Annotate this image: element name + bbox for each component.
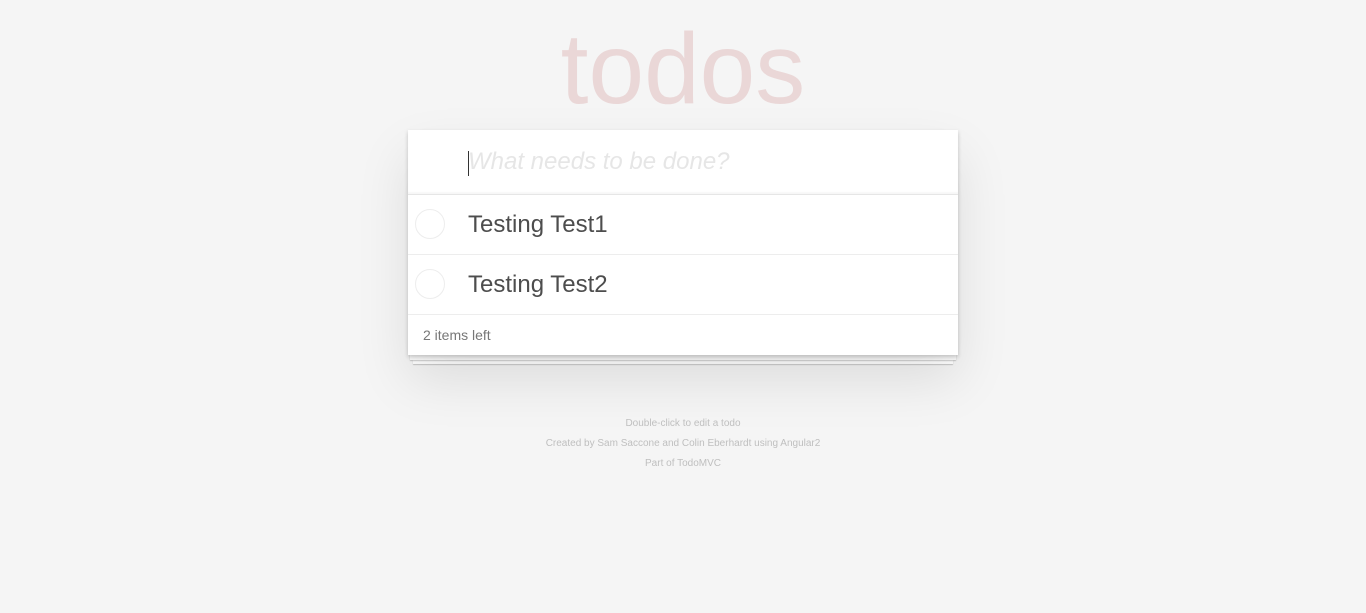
info-todomvc-link[interactable]: Part of TodoMVC [0, 454, 1366, 474]
todo-footer: 2 items left [408, 315, 958, 355]
info-credits: Created by Sam Saccone and Colin Eberhar… [545, 438, 821, 449]
toggle-complete-checkbox[interactable] [415, 209, 445, 239]
todo-app-panel: Testing Test1 Testing Test2 2 items left [408, 130, 958, 355]
info-footer: Double-click to edit a todo Created by S… [0, 414, 1366, 474]
app-title: todos [560, 13, 806, 125]
todo-item[interactable]: Testing Test1 [408, 195, 958, 255]
new-todo-input[interactable] [468, 130, 938, 194]
text-cursor [468, 151, 469, 176]
todo-label[interactable]: Testing Test2 [468, 255, 608, 314]
todo-item[interactable]: Testing Test2 [408, 255, 958, 315]
list-stack-edge-lower [413, 360, 953, 364]
toggle-complete-checkbox[interactable] [415, 269, 445, 299]
todo-list: Testing Test1 Testing Test2 [408, 195, 958, 315]
new-todo-row [408, 130, 958, 195]
info-edit-hint: Double-click to edit a todo [625, 418, 741, 429]
todo-label[interactable]: Testing Test1 [468, 195, 608, 254]
items-left-count: 2 items left [423, 327, 491, 343]
